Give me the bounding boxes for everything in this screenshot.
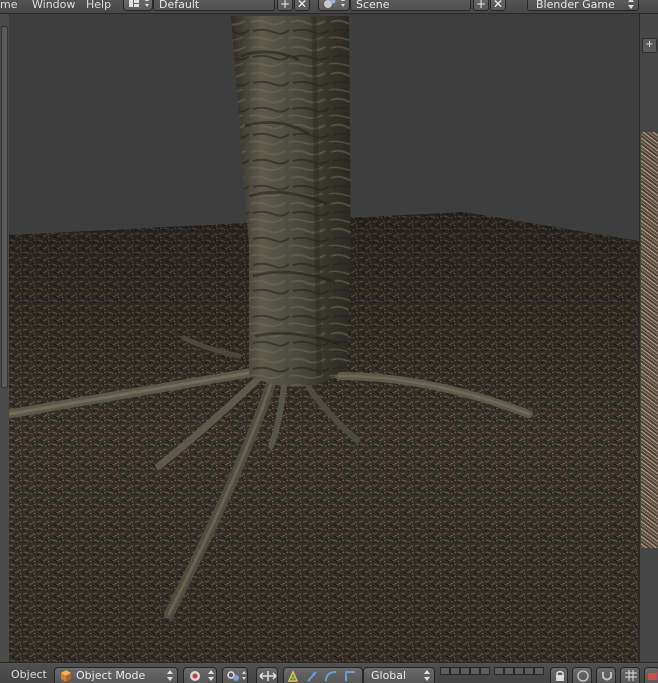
layer-lock-button[interactable] <box>550 667 568 683</box>
layer-1-button[interactable] <box>440 667 450 675</box>
screen-layout-icon <box>129 0 149 7</box>
layer-4-button[interactable] <box>470 667 480 675</box>
3d-viewport[interactable] <box>9 16 639 662</box>
3d-view-header: Object Object Mode Global <box>0 662 658 683</box>
layer-7-button[interactable] <box>504 667 514 675</box>
tree-trunk <box>231 16 351 387</box>
scene-field[interactable]: Scene <box>350 0 471 11</box>
snap-drag-button[interactable] <box>256 667 278 683</box>
properties-edge: + <box>639 14 658 662</box>
pivot-icon <box>227 671 246 681</box>
lock-icon <box>556 670 564 681</box>
camera-icon <box>648 673 657 680</box>
render-preview-button[interactable] <box>644 667 658 683</box>
layer-9-button[interactable] <box>524 667 534 675</box>
screen-close-button[interactable]: ✕ <box>294 0 310 11</box>
translate-arrow-icon[interactable] <box>307 671 317 682</box>
texture-preview <box>641 132 658 548</box>
proportional-edit-icon <box>577 670 589 682</box>
orientation-label: Global <box>371 669 407 682</box>
blender-window: me Window Help Default + ✕ Scene + ✕ Ble… <box>0 0 658 683</box>
screen-layout-field[interactable]: Default <box>153 0 275 11</box>
dropdown-arrows-icon <box>424 670 430 681</box>
dropdown-arrows-icon <box>167 670 173 681</box>
screen-add-button[interactable]: + <box>277 0 293 11</box>
scene-render <box>9 16 639 662</box>
info-header: me Window Help Default + ✕ Scene + ✕ Ble… <box>0 0 658 14</box>
pivot-point-dropdown[interactable] <box>222 667 248 683</box>
menu-item-window[interactable]: Window <box>32 0 75 12</box>
manipulator-move-icon <box>259 671 277 681</box>
layer-2-button[interactable] <box>450 667 460 675</box>
render-engine-dropdown[interactable]: Blender Game <box>527 0 639 11</box>
transform-orientation-dropdown[interactable]: Global <box>363 667 435 683</box>
scene-close-button[interactable]: ✕ <box>490 0 506 11</box>
screen-layout-browse-button[interactable] <box>123 0 153 11</box>
region-expand-button[interactable]: + <box>642 38 657 53</box>
viewport-shading-dropdown[interactable] <box>183 667 217 683</box>
snap-element-button[interactable] <box>620 667 640 683</box>
magnet-icon <box>602 672 612 681</box>
layer-6-button[interactable] <box>494 667 504 675</box>
dropdown-arrows-icon <box>628 0 634 9</box>
layer-3-button[interactable] <box>460 667 470 675</box>
object-menu[interactable]: Object <box>11 668 47 681</box>
menu-item-file[interactable]: me <box>0 0 17 12</box>
scale-icon[interactable] <box>345 671 355 681</box>
render-engine-label: Blender Game <box>536 0 615 11</box>
shading-sphere-icon <box>190 670 214 681</box>
mode-label: Object Mode <box>76 669 146 682</box>
scene-add-button[interactable]: + <box>473 0 489 11</box>
tool-shelf-tab[interactable] <box>1 26 8 388</box>
proportional-edit-button[interactable] <box>572 667 592 683</box>
rotate-arc-icon[interactable] <box>325 671 337 682</box>
layer-8-button[interactable] <box>514 667 524 675</box>
manipulator-toggle-icon[interactable] <box>287 670 299 682</box>
object-cube-icon <box>61 670 71 682</box>
scene-icon <box>324 0 345 8</box>
layer-10-button[interactable] <box>534 667 544 675</box>
layer-5-button[interactable] <box>480 667 490 675</box>
snap-button[interactable] <box>596 667 616 683</box>
snap-increment-icon <box>625 670 637 681</box>
menu-item-help[interactable]: Help <box>86 0 111 12</box>
manipulator-group <box>283 667 363 683</box>
scene-browse-button[interactable] <box>318 0 350 11</box>
mode-selector[interactable]: Object Mode <box>54 667 178 683</box>
